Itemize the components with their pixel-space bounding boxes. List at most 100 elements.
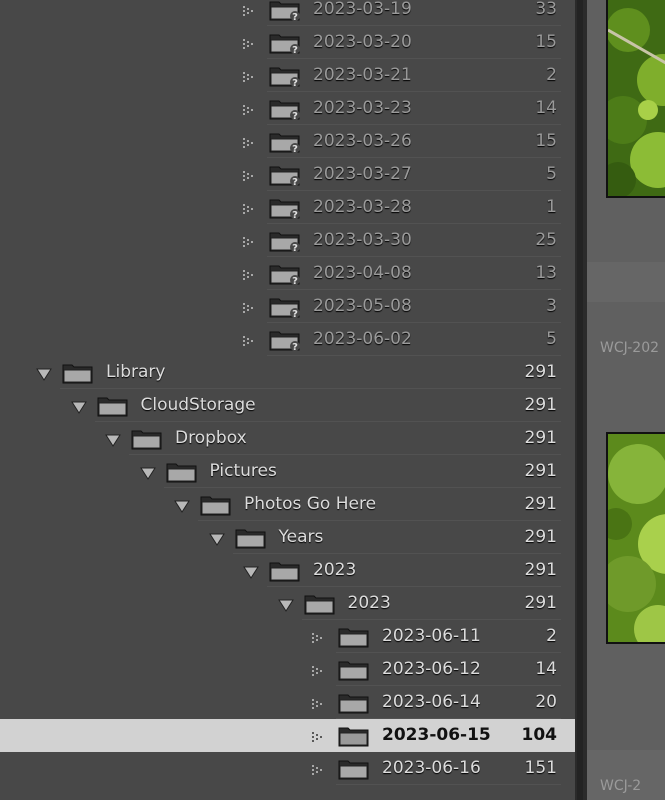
- panel-divider[interactable]: [575, 0, 587, 800]
- disclosure-triangle-icon[interactable]: [174, 498, 190, 513]
- folder-row-expanded[interactable]: CloudStorage 291: [0, 389, 575, 422]
- collapsed-subfolders-icon[interactable]: [311, 630, 327, 644]
- disclosure-triangle-icon[interactable]: [105, 432, 121, 447]
- photo-count: 291: [524, 428, 557, 448]
- disclosure-triangle-icon[interactable]: [70, 399, 87, 414]
- folder-row[interactable]: 2023-06-15 104: [0, 719, 575, 752]
- folder-row[interactable]: ? 2023-05-08 3: [0, 290, 575, 323]
- folder-name: Years: [278, 527, 324, 547]
- row-divider: [336, 784, 561, 785]
- collapsed-subfolders-icon[interactable]: [242, 168, 258, 182]
- svg-text:?: ?: [292, 45, 298, 54]
- collapsed-subfolders-icon[interactable]: [311, 762, 327, 776]
- missing-folder-icon: ?: [269, 98, 301, 122]
- folder-row-expanded[interactable]: Pictures 291: [0, 455, 575, 488]
- svg-text:?: ?: [292, 243, 298, 252]
- collapsed-subfolders-icon[interactable]: [242, 300, 258, 314]
- collapsed-subfolders-icon[interactable]: [242, 36, 258, 50]
- folder-name: 2023-06-14: [382, 692, 481, 712]
- folder-name: 2023-03-21: [313, 65, 412, 85]
- folder-icon: [131, 428, 163, 450]
- folder-row-expanded[interactable]: Dropbox 291: [0, 422, 575, 455]
- disclosure-triangle-icon[interactable]: [139, 465, 156, 480]
- photo-count: 291: [524, 494, 557, 514]
- disclosure-triangle-icon[interactable]: [243, 564, 259, 579]
- photo-count: 151: [524, 758, 557, 778]
- folder-row[interactable]: ? 2023-04-08 13: [0, 257, 575, 290]
- folder-row-expanded[interactable]: Years 291: [0, 521, 575, 554]
- grid-cell[interactable]: WCJ-202: [587, 302, 665, 750]
- folder-row[interactable]: 2023-06-11 2: [0, 620, 575, 653]
- folder-row[interactable]: 2023-06-14 20: [0, 686, 575, 719]
- folder-row[interactable]: ? 2023-03-23 14: [0, 92, 575, 125]
- folder-row[interactable]: 2023-06-16 151: [0, 752, 575, 785]
- collapsed-subfolders-icon[interactable]: [311, 729, 327, 743]
- grid-cell[interactable]: [587, 0, 665, 262]
- collapsed-subfolders-icon[interactable]: [311, 663, 327, 677]
- photo-count: 15: [535, 32, 557, 52]
- folder-row[interactable]: ? 2023-03-19 33: [0, 0, 575, 26]
- folder-row[interactable]: ? 2023-06-02 5: [0, 323, 575, 356]
- disclosure-triangle-icon[interactable]: [277, 597, 294, 612]
- folder-name: 2023: [313, 560, 357, 580]
- folder-name: 2023-03-27: [313, 164, 412, 184]
- folder-row[interactable]: ? 2023-03-20 15: [0, 26, 575, 59]
- photo-thumbnail[interactable]: [606, 432, 665, 644]
- folder-name: CloudStorage: [140, 395, 256, 415]
- svg-text:?: ?: [292, 276, 298, 285]
- folder-name: 2023-06-15: [382, 725, 491, 745]
- photo-count: 14: [535, 659, 557, 679]
- disclosure-triangle-icon[interactable]: [36, 366, 52, 381]
- folder-name: 2023-03-23: [313, 98, 412, 118]
- folder-row[interactable]: ? 2023-03-21 2: [0, 59, 575, 92]
- missing-folder-icon: ?: [269, 164, 301, 188]
- photo-count: 2: [546, 65, 557, 85]
- grid-cell[interactable]: WCJ-2: [587, 750, 665, 800]
- collapsed-subfolders-icon[interactable]: [242, 69, 258, 83]
- folders-panel: ? 2023-03-19 33? 2023-03-20 15? 2023-03-21 2? 2…: [0, 0, 575, 800]
- collapsed-subfolders-icon[interactable]: [311, 696, 327, 710]
- folder-row-expanded[interactable]: Photos Go Here 291: [0, 488, 575, 521]
- folder-icon: [200, 494, 232, 516]
- svg-text:?: ?: [292, 309, 298, 318]
- collapsed-subfolders-icon[interactable]: [242, 201, 258, 215]
- photo-count: 291: [524, 461, 557, 481]
- folder-row-expanded[interactable]: Library 291: [0, 356, 575, 389]
- missing-folder-icon: ?: [269, 32, 301, 56]
- collapsed-subfolders-icon[interactable]: [242, 267, 258, 281]
- folder-name: Photos Go Here: [244, 494, 377, 514]
- collapsed-subfolders-icon[interactable]: [242, 102, 258, 116]
- photo-count: 33: [535, 0, 557, 19]
- folder-row[interactable]: ? 2023-03-28 1: [0, 191, 575, 224]
- missing-folder-icon: ?: [269, 0, 301, 23]
- folder-icon: [304, 593, 336, 615]
- photo-count: 104: [521, 725, 558, 745]
- folder-row[interactable]: ? 2023-03-27 5: [0, 158, 575, 191]
- disclosure-triangle-icon[interactable]: [208, 531, 225, 546]
- missing-folder-icon: ?: [269, 131, 301, 155]
- grid-cell-border: [587, 262, 665, 302]
- folder-row[interactable]: ? 2023-03-26 15: [0, 125, 575, 158]
- collapsed-subfolders-icon[interactable]: [242, 333, 258, 347]
- photo-count: 13: [535, 263, 557, 283]
- photo-count: 291: [524, 560, 557, 580]
- missing-folder-icon: ?: [269, 197, 301, 221]
- collapsed-subfolders-icon[interactable]: [242, 3, 258, 17]
- photo-count: 291: [524, 593, 557, 613]
- svg-text:?: ?: [292, 78, 298, 87]
- folder-row[interactable]: 2023-06-12 14: [0, 653, 575, 686]
- folder-row[interactable]: ? 2023-03-30 25: [0, 224, 575, 257]
- missing-folder-icon: ?: [269, 65, 301, 89]
- folder-name: Dropbox: [175, 428, 247, 448]
- svg-text:?: ?: [292, 12, 298, 21]
- folder-name: 2023-03-19: [313, 0, 412, 19]
- folder-icon: [338, 692, 370, 714]
- photo-filename: WCJ-2: [600, 778, 642, 794]
- folder-row-expanded[interactable]: 2023 291: [0, 554, 575, 587]
- photo-thumbnail[interactable]: [606, 0, 665, 198]
- collapsed-subfolders-icon[interactable]: [242, 135, 258, 149]
- folder-row-expanded[interactable]: 2023 291: [0, 587, 575, 620]
- collapsed-subfolders-icon[interactable]: [242, 234, 258, 248]
- photo-grid: WCJ-202 WCJ-2: [587, 0, 665, 800]
- svg-text:?: ?: [292, 144, 298, 153]
